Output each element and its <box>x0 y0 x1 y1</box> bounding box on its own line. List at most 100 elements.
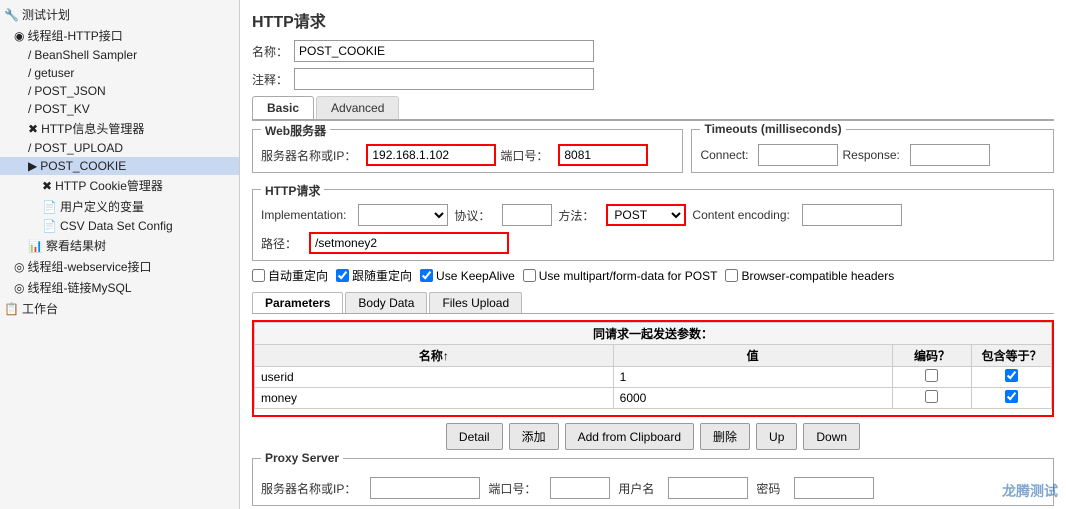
method-select[interactable]: POST GET <box>606 204 686 226</box>
port-label: 端口号： <box>500 147 548 164</box>
param-include-1 <box>972 367 1052 388</box>
sidebar-item-post-kv[interactable]: / POST_KV <box>0 100 239 118</box>
http-header-icon: ✖ <box>28 122 38 136</box>
table-row: userid 1 <box>255 367 1052 388</box>
browser-headers-checkbox[interactable]: Browser-compatible headers <box>725 269 894 283</box>
implementation-select[interactable] <box>358 204 448 226</box>
tab-parameters[interactable]: Parameters <box>252 292 343 313</box>
action-buttons: Detail 添加 Add from Clipboard 删除 Up Down <box>252 423 1054 450</box>
getuser-icon: / <box>28 66 31 80</box>
include-checkbox-2[interactable] <box>1005 390 1018 403</box>
down-button[interactable]: Down <box>803 423 860 450</box>
user-var-icon: 📄 <box>42 200 57 214</box>
sidebar-item-test-plan[interactable]: 🔧 测试计划 <box>0 4 239 25</box>
param-encode-1 <box>892 367 972 388</box>
sidebar-item-post-cookie[interactable]: ▶ POST_COOKIE <box>0 157 239 175</box>
follow-redirect-label: 跟随重定向 <box>352 267 412 284</box>
keepalive-input[interactable] <box>420 269 433 282</box>
post-json-icon: / <box>28 84 31 98</box>
sidebar-item-workspace[interactable]: 📋 工作台 <box>0 298 239 319</box>
path-label: 路径： <box>261 235 297 252</box>
detail-button[interactable]: Detail <box>446 423 503 450</box>
tab-files-upload[interactable]: Files Upload <box>429 292 522 313</box>
multipart-label: Use multipart/form-data for POST <box>539 269 718 283</box>
tab-body-data[interactable]: Body Data <box>345 292 427 313</box>
params-table-container: 同请求一起发送参数： 名称↑ 值 编码？ 包含等于？ userid 1 mone <box>252 320 1054 417</box>
delete-button[interactable]: 删除 <box>700 423 750 450</box>
add-button[interactable]: 添加 <box>509 423 559 450</box>
proxy-server-group: Proxy Server 服务器名称或IP： 端口号： 用户名 密码 <box>252 458 1054 506</box>
sidebar-item-beanshell[interactable]: / BeanShell Sampler <box>0 46 239 64</box>
tab-basic[interactable]: Basic <box>252 96 314 119</box>
sidebar-item-thread-group-http[interactable]: ◉ 线程组-HTTP接口 <box>0 25 239 46</box>
browser-headers-input[interactable] <box>725 269 738 282</box>
add-from-clipboard-button[interactable]: Add from Clipboard <box>565 423 694 450</box>
path-input[interactable] <box>309 232 509 254</box>
http-request-group: HTTP请求 Implementation: 协议： 方法： POST GET … <box>252 189 1054 261</box>
proxy-username-input[interactable] <box>668 477 748 499</box>
multipart-checkbox[interactable]: Use multipart/form-data for POST <box>523 269 718 283</box>
timeouts-title: Timeouts (milliseconds) <box>700 122 845 136</box>
keepalive-label: Use KeepAlive <box>436 269 515 283</box>
encoding-input[interactable] <box>802 204 902 226</box>
comment-label: 注释： <box>252 71 288 88</box>
name-row: 名称： <box>252 40 1054 62</box>
encode-checkbox-1[interactable] <box>925 369 938 382</box>
response-input[interactable] <box>910 144 990 166</box>
page-title: HTTP请求 <box>252 8 1054 32</box>
sidebar-item-csv-config[interactable]: 📄 CSV Data Set Config <box>0 217 239 235</box>
csv-icon: 📄 <box>42 219 57 233</box>
auto-redirect-checkbox[interactable]: 自动重定向 <box>252 267 328 284</box>
protocol-input[interactable] <box>502 204 552 226</box>
proxy-title: Proxy Server <box>261 451 343 465</box>
sidebar-item-post-upload[interactable]: / POST_UPLOAD <box>0 139 239 157</box>
follow-redirect-input[interactable] <box>336 269 349 282</box>
sidebar-item-cookie-manager[interactable]: ✖ HTTP Cookie管理器 <box>0 175 239 196</box>
up-button[interactable]: Up <box>756 423 797 450</box>
include-checkbox-1[interactable] <box>1005 369 1018 382</box>
proxy-server-input[interactable] <box>370 477 480 499</box>
proxy-password-input[interactable] <box>794 477 874 499</box>
col-encode-header: 编码？ <box>892 345 972 367</box>
follow-redirect-checkbox[interactable]: 跟随重定向 <box>336 267 412 284</box>
comment-row: 注释： <box>252 68 1054 90</box>
table-row: money 6000 <box>255 388 1052 409</box>
cookie-mgr-icon: ✖ <box>42 179 52 193</box>
tab-advanced[interactable]: Advanced <box>316 96 399 119</box>
proxy-inner: 服务器名称或IP： 端口号： 用户名 密码 <box>261 473 1045 499</box>
sidebar-item-getuser[interactable]: / getuser <box>0 64 239 82</box>
test-plan-icon: 🔧 <box>4 8 19 22</box>
comment-input[interactable] <box>294 68 594 90</box>
post-kv-icon: / <box>28 102 31 116</box>
connect-input[interactable] <box>758 144 838 166</box>
sidebar-item-thread-group-webservice[interactable]: ◎ 线程组-webservice接口 <box>0 256 239 277</box>
col-value-header: 值 <box>613 345 892 367</box>
server-input[interactable] <box>366 144 496 166</box>
params-section-label: 同请求一起发送参数： <box>255 323 1052 345</box>
name-label: 名称： <box>252 43 288 60</box>
name-input[interactable] <box>294 40 594 62</box>
protocol-label: 协议： <box>454 207 490 224</box>
proxy-port-input[interactable] <box>550 477 610 499</box>
result-tree-icon: 📊 <box>28 239 43 253</box>
sidebar-item-thread-group-mysql[interactable]: ◎ 线程组-链接MySQL <box>0 277 239 298</box>
sidebar-item-user-variables[interactable]: 📄 用户定义的变量 <box>0 196 239 217</box>
param-name-1: userid <box>255 367 614 388</box>
checkboxes-row: 自动重定向 跟随重定向 Use KeepAlive Use multipart/… <box>252 267 1054 284</box>
proxy-password-label: 密码 <box>756 480 780 497</box>
main-content: HTTP请求 名称： 注释： Basic Advanced Web服务器 服务器… <box>240 0 1066 509</box>
sidebar-item-post-json[interactable]: / POST_JSON <box>0 82 239 100</box>
encode-checkbox-2[interactable] <box>925 390 938 403</box>
sidebar-item-result-tree[interactable]: 📊 察看结果树 <box>0 235 239 256</box>
mysql-icon: ◎ <box>14 281 24 295</box>
auto-redirect-input[interactable] <box>252 269 265 282</box>
port-input[interactable] <box>558 144 648 166</box>
response-label: Response: <box>842 148 899 162</box>
impl-label: Implementation: <box>261 208 346 222</box>
param-name-2: money <box>255 388 614 409</box>
sidebar-item-http-header[interactable]: ✖ HTTP信息头管理器 <box>0 118 239 139</box>
main-tabs: Basic Advanced <box>252 96 1054 121</box>
multipart-input[interactable] <box>523 269 536 282</box>
col-name-header: 名称↑ <box>255 345 614 367</box>
keepalive-checkbox[interactable]: Use KeepAlive <box>420 269 515 283</box>
